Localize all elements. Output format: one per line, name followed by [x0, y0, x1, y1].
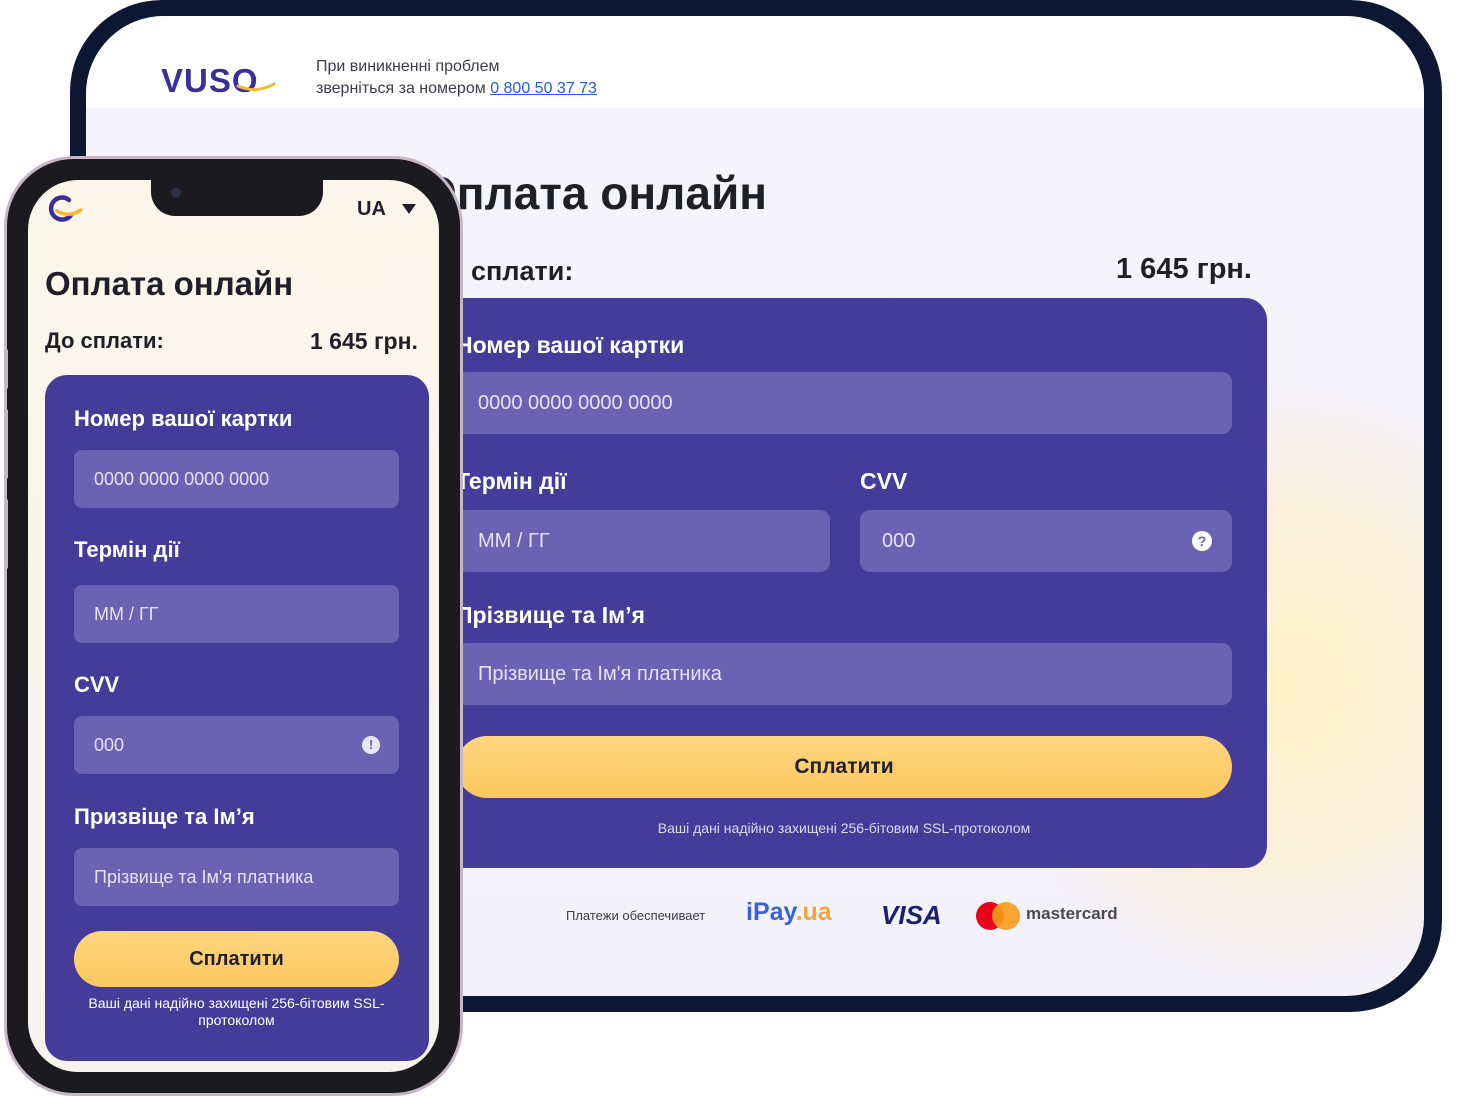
amount-due-value: 1 645 грн.	[310, 328, 418, 354]
phone-side-button	[4, 349, 8, 389]
ipay-logo: iPay.ua	[746, 898, 832, 927]
page-title: Оплата онлайн	[421, 167, 768, 219]
support-line-1: При виникненні проблем	[316, 58, 500, 75]
expiry-label: Термін дії	[74, 537, 180, 562]
expiry-input[interactable]: ММ / ГГ	[456, 510, 830, 572]
card-number-input[interactable]: 0000 0000 0000 0000	[456, 372, 1232, 434]
phone-side-button	[4, 409, 8, 479]
ipay-suffix: .ua	[795, 898, 832, 926]
phone-notch	[151, 180, 323, 216]
cvv-input[interactable]: 000 ?	[860, 510, 1232, 572]
phone-side-button	[4, 499, 8, 569]
amount-due-value: 1 645 грн.	[1116, 253, 1252, 285]
visa-logo: VISA	[881, 900, 942, 930]
cvv-label: CVV	[74, 672, 120, 697]
security-note: Ваші дані надійно захищені 256-бітовим S…	[88, 995, 385, 1028]
amount-due-label: сплати:	[471, 256, 574, 286]
name-label: Призвіще та Ім’я	[74, 804, 255, 829]
pay-button[interactable]: Сплатити	[456, 736, 1232, 798]
logo-swoosh-icon	[236, 82, 276, 91]
payment-form-card: Номер вашої картки 0000 0000 0000 0000 Т…	[421, 298, 1267, 868]
card-number-label: Номер вашої картки	[74, 406, 293, 431]
cvv-input[interactable]: 000 !	[74, 716, 399, 774]
payment-form-card: Номер вашої картки 0000 0000 0000 0000 Т…	[45, 375, 429, 1061]
desktop-header: VUSO При виникненні проблем зверніться з…	[86, 16, 1424, 108]
mastercard-logo-text: mastercard	[1026, 904, 1118, 923]
cvv-label: CVV	[860, 468, 908, 494]
ipay-main: iPay	[746, 898, 796, 926]
chevron-down-icon[interactable]	[402, 204, 416, 214]
security-note: Ваші дані надійно захищені 256-бітовим S…	[657, 820, 1031, 836]
mastercard-icon	[976, 902, 1024, 930]
support-line-2-text: зверніться за номером	[316, 80, 486, 97]
card-number-label: Номер вашої картки	[456, 332, 685, 358]
mobile-device-frame: UA Оплата онлайн До сплати: 1 645 грн. Н…	[4, 156, 463, 1096]
cvv-placeholder: 000	[94, 735, 125, 755]
info-icon[interactable]: !	[362, 736, 380, 754]
expiry-input[interactable]: ММ / ГГ	[74, 585, 399, 643]
page-title: Оплата онлайн	[45, 265, 294, 302]
language-selector[interactable]: UA	[357, 198, 386, 221]
support-info: При виникненні проблем зверніться за ном…	[316, 56, 597, 100]
provider-text: Платежи обеспечивает	[566, 908, 706, 923]
card-number-input[interactable]: 0000 0000 0000 0000	[74, 450, 399, 508]
question-icon[interactable]: ?	[1192, 531, 1212, 551]
name-label: Прізвище та Ім’я	[456, 602, 645, 628]
support-phone-link[interactable]: 0 800 50 37 73	[490, 80, 597, 97]
name-input[interactable]: Прізвище та Ім'я платника	[456, 643, 1232, 705]
support-line-2: зверніться за номером 0 800 50 37 73	[316, 78, 597, 100]
amount-due-label: До сплати:	[45, 328, 164, 353]
expiry-label: Термін дії	[456, 468, 567, 494]
name-input[interactable]: Прізвище та Ім'я платника	[74, 848, 399, 906]
vuso-logo-icon[interactable]	[45, 194, 85, 224]
pay-button[interactable]: Сплатити	[74, 931, 399, 987]
mobile-screen: UA Оплата онлайн До сплати: 1 645 грн. Н…	[28, 180, 439, 1072]
cvv-placeholder: 000	[882, 530, 916, 552]
